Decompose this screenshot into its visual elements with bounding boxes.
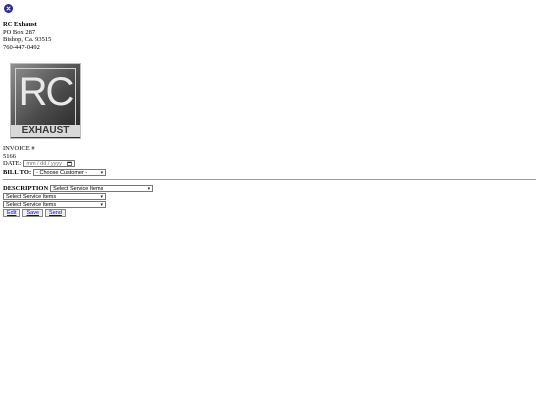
logo-sub-text: EXHAUST (11, 125, 80, 137)
service-item-select[interactable]: Select Service Items ▾ (3, 193, 106, 200)
invoice-number-label: INVOICE # (3, 145, 35, 152)
invoice-block: INVOICE # 5166 (3, 145, 35, 160)
description-row: DESCRIPTION Select Service Items ▾ (3, 185, 154, 192)
close-button[interactable] (4, 4, 13, 13)
close-icon (6, 6, 11, 11)
calendar-icon (67, 161, 73, 166)
company-info: RC Exhaust PO Box 287 Bishop, Ca. 93515 … (3, 21, 51, 51)
chevron-down-icon: ▾ (100, 169, 104, 176)
action-buttons: Edit Save Send (3, 209, 66, 217)
date-placeholder: mm / dd / yyyy (26, 160, 62, 167)
service-item-select-value: Select Service Items (53, 185, 104, 192)
service-item-select[interactable]: Select Service Items ▾ (50, 185, 154, 192)
date-input[interactable]: mm / dd / yyyy (23, 160, 76, 167)
company-logo: RC EXHAUST (10, 63, 81, 139)
service-item-select-value: Select Service Items (6, 193, 57, 200)
company-address-line1: PO Box 287 (3, 28, 36, 36)
bill-to-row: BILL TO: - Choose Customer - ▾ (3, 169, 107, 176)
chevron-down-icon: ▾ (100, 201, 103, 208)
edit-button[interactable]: Edit (3, 209, 21, 217)
customer-select-value: - Choose Customer - (36, 169, 88, 176)
date-row: DATE: mm / dd / yyyy (3, 160, 76, 167)
chevron-down-icon: ▾ (147, 185, 151, 192)
save-button[interactable]: Save (22, 209, 44, 217)
logo-main-text: RC (18, 70, 75, 114)
date-label: DATE: (3, 160, 22, 167)
bill-to-label: BILL TO: (3, 169, 32, 176)
service-item-select-value: Select Service Items (6, 201, 57, 208)
company-address-line2: Bishop, Ca. 93515 (3, 36, 52, 44)
company-name: RC Exhaust (3, 21, 37, 28)
description-label: DESCRIPTION (3, 185, 49, 192)
service-item-select[interactable]: Select Service Items ▾ (3, 201, 106, 208)
company-phone: 760-447-0492 (3, 43, 40, 51)
customer-select[interactable]: - Choose Customer - ▾ (33, 169, 107, 176)
divider (3, 179, 536, 180)
send-button[interactable]: Send (45, 209, 66, 217)
chevron-down-icon: ▾ (100, 193, 103, 200)
